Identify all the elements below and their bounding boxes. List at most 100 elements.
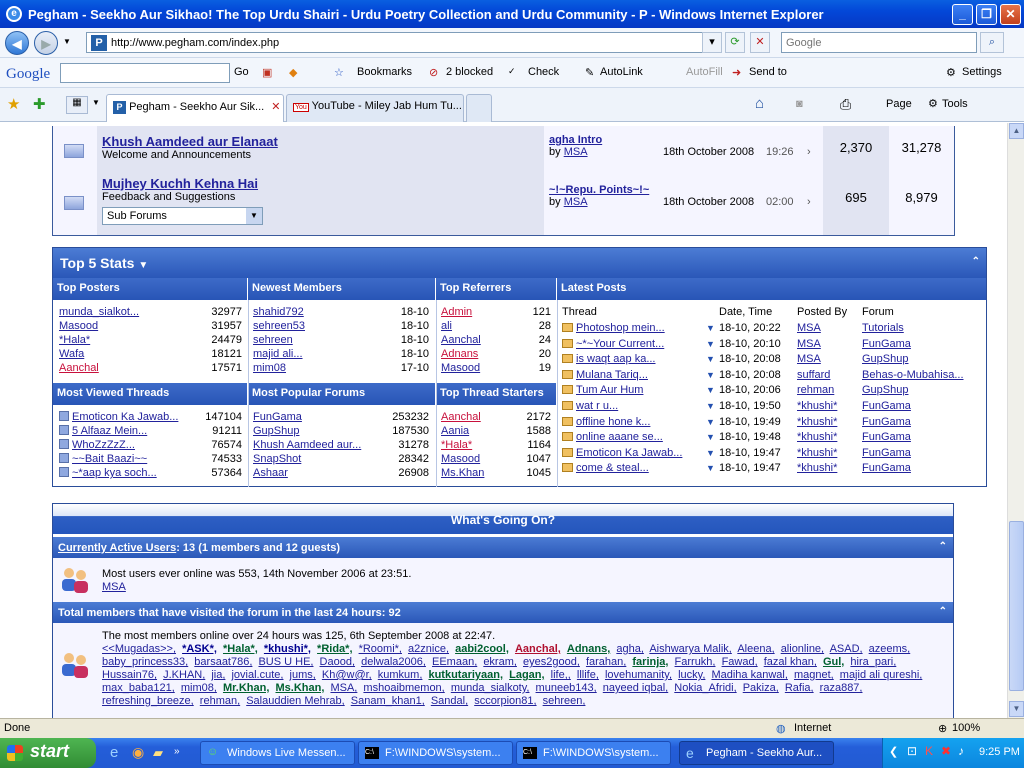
member-link[interactable]: Aanchal, — [515, 643, 561, 655]
minimize-button[interactable]: _ — [952, 4, 973, 25]
goto-post-icon[interactable]: ▼ — [706, 323, 715, 333]
news-icon[interactable]: ▣ — [262, 66, 272, 79]
newest_members-name-link[interactable]: shahid792 — [253, 306, 304, 318]
member-link[interactable]: alionline, — [781, 643, 824, 655]
member-link[interactable]: *Roomi*, — [359, 643, 402, 655]
member-link[interactable]: EEmaan, — [432, 656, 477, 668]
member-link[interactable]: Adnans, — [567, 643, 610, 655]
settings-button[interactable]: Settings — [962, 66, 1002, 78]
sendto-button[interactable]: Send to — [749, 66, 787, 78]
quick-tabs-icon[interactable]: ▦ — [66, 96, 88, 114]
latest-post-forum-link[interactable]: FunGama — [862, 416, 911, 428]
member-link[interactable]: *Hala*, — [223, 643, 258, 655]
top_starters-name-link[interactable]: Masood — [441, 453, 480, 465]
scroll-down-icon[interactable]: ▼ — [1009, 701, 1024, 717]
goto-post-icon[interactable]: ▼ — [706, 401, 715, 411]
top_starters-name-link[interactable]: Aania — [441, 425, 469, 437]
last-post-user-link[interactable]: MSA — [564, 146, 588, 158]
goto-post-icon[interactable]: ▼ — [706, 370, 715, 380]
add-favorites-icon[interactable]: ✚ — [33, 95, 46, 113]
member-link[interactable]: MSA, — [330, 682, 357, 694]
last-post-thread-link[interactable]: agha Intro — [549, 134, 602, 146]
latest-thread-link[interactable]: is waqt aap ka... — [576, 353, 656, 365]
member-link[interactable]: life,, — [551, 669, 571, 681]
top_posters-name-link[interactable]: Wafa — [59, 348, 84, 360]
member-link[interactable]: muneeb143, — [536, 682, 597, 694]
member-link[interactable]: *ASK*, — [182, 643, 217, 655]
tab-list-icon[interactable]: ▼ — [92, 98, 100, 107]
tray-network-icon[interactable]: ⊡ — [907, 744, 917, 758]
member-link[interactable]: sehreen, — [543, 695, 586, 707]
goto-last-post-icon[interactable]: › — [807, 196, 811, 208]
active-users-link[interactable]: Currently Active Users — [58, 542, 176, 554]
tray-expand-icon[interactable]: ❮ — [889, 745, 898, 758]
latest-thread-link[interactable]: Emoticon Ka Jawab... — [576, 447, 682, 459]
latest-post-forum-link[interactable]: FunGama — [862, 431, 911, 443]
most_viewed-name-link[interactable]: Emoticon Ka Jawab... — [72, 411, 178, 423]
member-link[interactable]: baby_princess33, — [102, 656, 188, 668]
member-link[interactable]: Madiha kanwal, — [711, 669, 787, 681]
latest-thread-link[interactable]: wat r u... — [576, 400, 618, 412]
forum-title-link[interactable]: Mujhey Kuchh Kehna Hai — [102, 176, 539, 191]
latest-thread-link[interactable]: Mulana Tariq... — [576, 369, 648, 381]
top_starters-name-link[interactable]: *Hala* — [441, 439, 472, 451]
member-link[interactable]: max_baba121, — [102, 682, 175, 694]
bookmarks-button[interactable]: Bookmarks — [357, 66, 412, 78]
active-member-link[interactable]: MSA — [102, 581, 126, 593]
member-link[interactable]: kumkum, — [378, 669, 423, 681]
autofill-button[interactable]: AutoFill — [686, 66, 723, 78]
goto-last-post-icon[interactable]: › — [807, 146, 811, 158]
member-link[interactable]: magnet, — [794, 669, 834, 681]
newest_members-name-link[interactable]: sehreen53 — [253, 320, 305, 332]
quicklaunch-ie-icon[interactable]: e — [110, 744, 118, 761]
latest-post-user-link[interactable]: *khushi* — [797, 462, 837, 474]
member-link[interactable]: ekram, — [483, 656, 517, 668]
member-link[interactable]: refreshing_breeze, — [102, 695, 194, 707]
member-link[interactable]: farinja, — [632, 656, 668, 668]
latest-post-forum-link[interactable]: FunGama — [862, 462, 911, 474]
most_popular-name-link[interactable]: Khush Aamdeed aur... — [253, 439, 361, 451]
top_posters-name-link[interactable]: munda_sialkot... — [59, 306, 139, 318]
latest-post-forum-link[interactable]: Behas-o-Mubahisa... — [862, 369, 964, 381]
page-viewport[interactable]: Khush Aamdeed aur Elanaat Welcome and An… — [0, 123, 1007, 718]
task-pegham[interactable]: e Pegham - Seekho Aur... — [679, 741, 834, 765]
top_starters-name-link[interactable]: Ms.Khan — [441, 467, 484, 479]
search-input[interactable] — [781, 32, 977, 53]
member-link[interactable]: lucky, — [678, 669, 705, 681]
tools-menu-button[interactable]: Tools — [942, 98, 968, 110]
refresh-icon[interactable]: ⟳ — [725, 32, 745, 53]
latest-post-user-link[interactable]: *khushi* — [797, 400, 837, 412]
top_referrers-name-link[interactable]: Aanchal — [441, 334, 481, 346]
collapse-icon[interactable]: ⌃ — [972, 256, 980, 267]
google-go-button[interactable]: Go — [234, 66, 249, 78]
member-link[interactable]: eyes2good, — [523, 656, 580, 668]
member-link[interactable]: raza887, — [820, 682, 863, 694]
latest-post-user-link[interactable]: *khushi* — [797, 447, 837, 459]
goto-post-icon[interactable]: ▼ — [706, 432, 715, 442]
latest-post-forum-link[interactable]: GupShup — [862, 353, 908, 365]
most_popular-name-link[interactable]: FunGama — [253, 411, 302, 423]
goto-post-icon[interactable]: ▼ — [706, 339, 715, 349]
close-window-button[interactable]: ✕ — [1000, 4, 1021, 25]
latest-post-user-link[interactable]: rehman — [797, 384, 834, 396]
member-link[interactable]: Kh@w@r, — [322, 669, 372, 681]
window-title-bar[interactable]: e Pegham - Seekho Aur Sikhao! The Top Ur… — [0, 0, 1024, 28]
member-link[interactable]: Fawad, — [722, 656, 758, 668]
search-icon[interactable]: ⌕ — [980, 32, 1004, 53]
member-link[interactable]: <<Mugadas>>, — [102, 643, 176, 655]
latest-thread-link[interactable]: online aaane se... — [576, 431, 663, 443]
member-link[interactable]: Salauddien Mehrab, — [246, 695, 344, 707]
member-link[interactable]: lllife, — [577, 669, 599, 681]
back-button[interactable]: ◀ — [5, 31, 29, 55]
member-link[interactable]: Lagan, — [509, 669, 544, 681]
member-link[interactable]: Mr.Khan, — [223, 682, 269, 694]
favorites-icon[interactable]: ◆ — [289, 66, 297, 79]
member-link[interactable]: Ms.Khan, — [275, 682, 324, 694]
latest-thread-link[interactable]: Photoshop mein... — [576, 322, 665, 334]
popup-blocked-count[interactable]: 2 blocked — [446, 66, 493, 78]
member-link[interactable]: aabi2cool, — [455, 643, 509, 655]
autolink-button[interactable]: AutoLink — [600, 66, 643, 78]
top_referrers-name-link[interactable]: Masood — [441, 362, 480, 374]
most_viewed-name-link[interactable]: ~*aap kya soch... — [72, 467, 157, 479]
member-link[interactable]: azeems, — [869, 643, 911, 655]
